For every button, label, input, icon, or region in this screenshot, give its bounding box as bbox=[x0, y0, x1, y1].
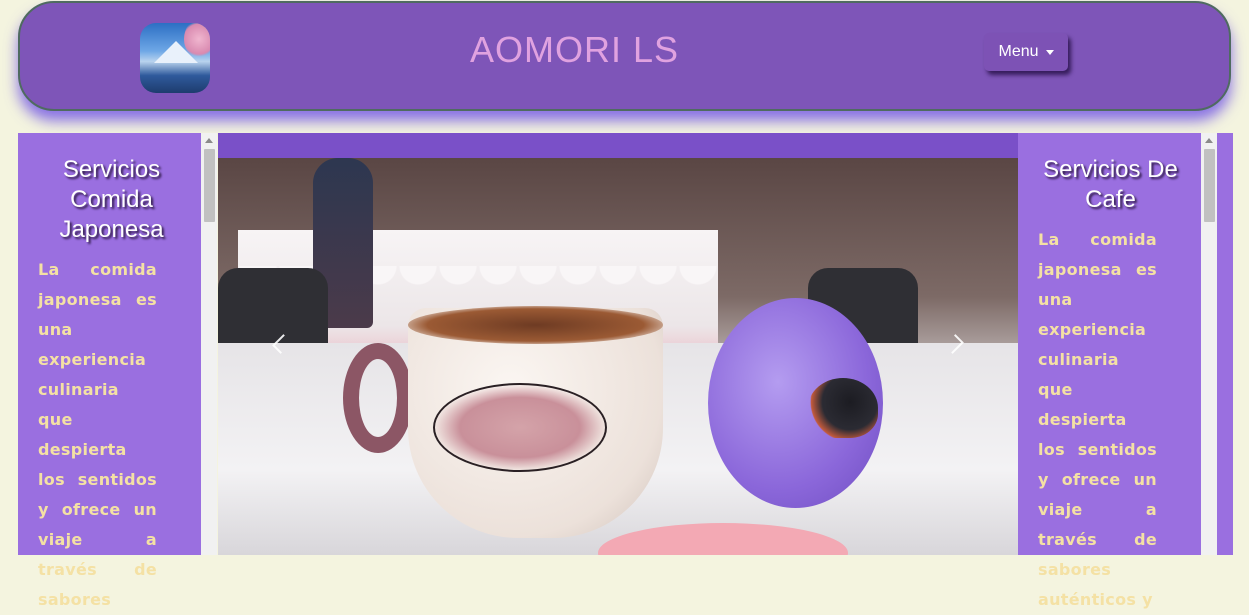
cafe-photo bbox=[218, 158, 1018, 555]
menu-dropdown-button[interactable]: Menu bbox=[984, 33, 1068, 71]
scroll-up-arrow-icon[interactable] bbox=[1205, 138, 1213, 143]
site-header: AOMORI LS Menu bbox=[18, 1, 1231, 111]
right-sidebar-text: La comida japonesa es una experiencia cu… bbox=[1038, 230, 1157, 609]
left-sidebar-text: La comida japonesa es una experiencia cu… bbox=[38, 260, 157, 609]
image-carousel bbox=[218, 133, 1018, 555]
chevron-right-icon bbox=[944, 334, 964, 354]
photo-cloud-pattern bbox=[433, 383, 607, 472]
photo-sleeping-figure bbox=[808, 378, 878, 438]
photo-cup-handle bbox=[343, 343, 413, 453]
left-sidebar-heading: Servicios Comida Japonesa bbox=[59, 156, 164, 243]
photo-cup-rim bbox=[408, 306, 663, 344]
carousel-next-button[interactable] bbox=[944, 331, 968, 357]
scroll-up-arrow-icon[interactable] bbox=[205, 138, 213, 143]
mount-fuji-logo-icon[interactable] bbox=[140, 23, 210, 93]
right-edge-panel bbox=[1217, 133, 1233, 555]
scrollbar-thumb[interactable] bbox=[1204, 149, 1215, 222]
right-sidebar-cafe: Servicios De Cafe La comida japonesa es … bbox=[1018, 133, 1201, 609]
right-sidebar-scrollbar[interactable] bbox=[1201, 133, 1217, 555]
right-sidebar-heading: Servicios De Cafe bbox=[1043, 156, 1178, 213]
left-sidebar-japanese-food: Servicios Comida Japonesa La comida japo… bbox=[18, 133, 201, 609]
site-title: AOMORI LS bbox=[470, 29, 680, 70]
left-sidebar-scrollbar[interactable] bbox=[201, 133, 217, 555]
scrollbar-thumb[interactable] bbox=[204, 149, 215, 222]
mountain-shape bbox=[154, 41, 198, 63]
carousel-prev-button[interactable] bbox=[268, 331, 292, 357]
caret-down-icon bbox=[1045, 49, 1054, 55]
menu-button-label: Menu bbox=[998, 43, 1039, 60]
